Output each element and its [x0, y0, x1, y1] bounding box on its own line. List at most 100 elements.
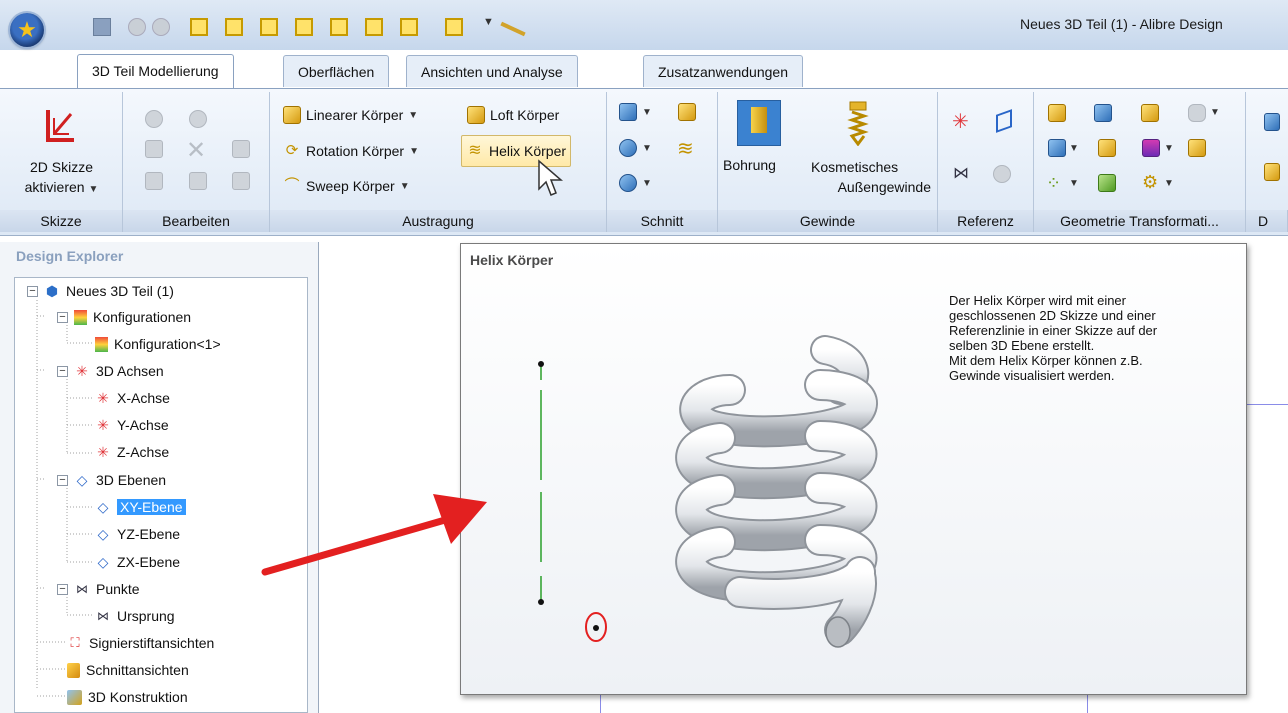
hole-button[interactable]: Bohrung: [723, 157, 776, 173]
delete-icon[interactable]: ✕: [186, 136, 206, 165]
cut-helix-icon[interactable]: ≋: [677, 136, 694, 161]
database-icon[interactable]: [1188, 104, 1206, 122]
point-icon: ⋈: [97, 609, 109, 623]
redo-icon[interactable]: [189, 110, 207, 128]
axis-icon[interactable]: ✳: [952, 112, 969, 132]
rotation-body-button[interactable]: ⟳ Rotation Körper ▼: [283, 139, 419, 163]
tree-node-konfigurationen[interactable]: − Konfigurationen: [57, 304, 191, 330]
cube-view-icon[interactable]: [365, 18, 383, 36]
chamfer-icon[interactable]: [1098, 174, 1116, 192]
layers-icon[interactable]: [1142, 139, 1160, 157]
save-icon[interactable]: [93, 18, 111, 36]
cut-extrude-icon[interactable]: [619, 103, 637, 121]
tree-node-3d-ebenen[interactable]: − ◇ 3D Ebenen: [57, 467, 166, 493]
loft-body-label: Loft Körper: [490, 107, 560, 123]
coordinate-icon[interactable]: [993, 165, 1011, 183]
tree-node-z-achse[interactable]: ✳ Z-Achse: [95, 439, 169, 465]
window-title: Neues 3D Teil (1) - Alibre Design: [1020, 16, 1223, 32]
chevron-down-icon: ▼: [399, 180, 410, 192]
tree-node-yz-ebene[interactable]: ◇ YZ-Ebene: [95, 521, 180, 547]
part-icon: ⬢: [45, 283, 59, 299]
tree-node-ursprung[interactable]: ⋈ Ursprung: [95, 603, 175, 629]
cut-revolve-icon[interactable]: [619, 139, 637, 157]
cut-sweep-icon[interactable]: [619, 174, 637, 192]
tree-node-punkte[interactable]: − ⋈ Punkte: [57, 576, 140, 602]
mirror-icon[interactable]: [1141, 104, 1159, 122]
sketch-activate-button[interactable]: 2D Skizze aktivieren ▼: [0, 157, 123, 200]
scale-icon[interactable]: [1188, 139, 1206, 157]
cube-view-icon[interactable]: [330, 18, 348, 36]
thread-icon[interactable]: [847, 100, 869, 147]
tree-node-label: Z-Achse: [117, 444, 170, 460]
linear-body-button[interactable]: Linearer Körper ▼: [283, 103, 418, 127]
tree-node-x-achse[interactable]: ✳ X-Achse: [95, 385, 170, 411]
cube-view-icon[interactable]: [190, 18, 208, 36]
chevron-down-icon[interactable]: ▼: [642, 178, 652, 189]
chevron-down-icon[interactable]: ▼: [642, 143, 652, 154]
tab-3d-teil-modellierung[interactable]: 3D Teil Modellierung: [77, 54, 234, 89]
tree-node-3d-konstruktion[interactable]: 3D Konstruktion: [67, 684, 188, 710]
tree-node-zx-ebene[interactable]: ◇ ZX-Ebene: [95, 549, 180, 575]
tree-node-konfiguration-1[interactable]: Konfiguration<1>: [95, 331, 221, 357]
tree-node-schnittansichten[interactable]: Schnittansichten: [67, 657, 189, 683]
sweep-body-button[interactable]: ⌒ Sweep Körper ▼: [283, 174, 410, 198]
properties-icon[interactable]: [145, 140, 163, 158]
partial-tool-icon[interactable]: [1264, 163, 1280, 181]
shell-icon[interactable]: [1048, 139, 1066, 157]
hole-icon[interactable]: [737, 100, 781, 146]
cosmetic-thread-button[interactable]: Kosmetisches Außengewinde: [803, 157, 931, 197]
cube-view-icon[interactable]: [445, 18, 463, 36]
chevron-down-icon[interactable]: ▼: [1069, 143, 1079, 154]
app-menu-button[interactable]: ★: [10, 13, 44, 47]
edit-icon[interactable]: [232, 140, 250, 158]
tree-node-label-selected: XY-Ebene: [117, 499, 186, 515]
copy-icon[interactable]: [145, 172, 163, 190]
chevron-down-icon: ▼: [88, 184, 99, 195]
loft-body-button[interactable]: Loft Körper: [467, 103, 559, 127]
transform-icon[interactable]: ⚙: [1142, 172, 1158, 193]
grid-pattern-icon[interactable]: ⁘: [1046, 174, 1061, 192]
partial-tool-icon[interactable]: [1264, 113, 1280, 131]
undo-icon[interactable]: [145, 110, 163, 128]
chevron-down-icon[interactable]: ▼: [1069, 178, 1079, 189]
point-icon[interactable]: ⋈: [953, 163, 969, 183]
tree-node-label: 3D Achsen: [96, 363, 164, 379]
collapse-icon[interactable]: −: [57, 311, 68, 323]
tree-node-root[interactable]: − ⬢ Neues 3D Teil (1): [27, 278, 174, 304]
undo-icon[interactable]: [128, 18, 146, 36]
tree-node-signierstiftansichten[interactable]: ⛶ Signierstiftansichten: [67, 630, 214, 656]
chevron-down-icon[interactable]: ▼: [483, 16, 494, 28]
tab-oberflaechen[interactable]: Oberflächen: [283, 55, 390, 87]
cut-loft-icon[interactable]: [678, 103, 696, 121]
paste-icon[interactable]: [232, 172, 250, 190]
tree-node-label: 3D Ebenen: [96, 472, 167, 488]
move-icon[interactable]: [1048, 104, 1066, 122]
tree-node-label: Konfiguration<1>: [114, 336, 221, 352]
pattern-icon[interactable]: [1094, 104, 1112, 122]
sketch-activate-icon[interactable]: [45, 104, 77, 144]
fillet-icon[interactable]: [1098, 139, 1116, 157]
suppress-icon[interactable]: [189, 172, 207, 190]
tree-node-xy-ebene[interactable]: ◇ XY-Ebene: [95, 494, 186, 520]
cube-view-icon[interactable]: [260, 18, 278, 36]
cube-view-icon[interactable]: [225, 18, 243, 36]
tree-node-3d-achsen[interactable]: − ✳ 3D Achsen: [57, 358, 164, 384]
collapse-icon[interactable]: −: [57, 583, 68, 595]
chevron-down-icon: ▼: [409, 145, 419, 157]
collapse-icon[interactable]: −: [27, 285, 38, 297]
chevron-down-icon[interactable]: ▼: [1164, 143, 1174, 154]
tab-zusatzanwendungen[interactable]: Zusatzanwendungen: [643, 55, 803, 87]
tree-node-label: Punkte: [96, 581, 140, 597]
tab-ansichten-und-analyse[interactable]: Ansichten und Analyse: [406, 55, 578, 87]
chevron-down-icon[interactable]: ▼: [642, 107, 652, 118]
collapse-icon[interactable]: −: [57, 474, 68, 486]
mouse-cursor-icon: [538, 159, 564, 196]
tree-node-y-achse[interactable]: ✳ Y-Achse: [95, 412, 169, 438]
configuration-icon: [95, 336, 108, 352]
cube-view-icon[interactable]: [295, 18, 313, 36]
collapse-icon[interactable]: −: [57, 365, 68, 377]
redo-icon[interactable]: [152, 18, 170, 36]
cube-view-icon[interactable]: [400, 18, 418, 36]
chevron-down-icon[interactable]: ▼: [1210, 107, 1220, 118]
chevron-down-icon[interactable]: ▼: [1164, 178, 1174, 189]
